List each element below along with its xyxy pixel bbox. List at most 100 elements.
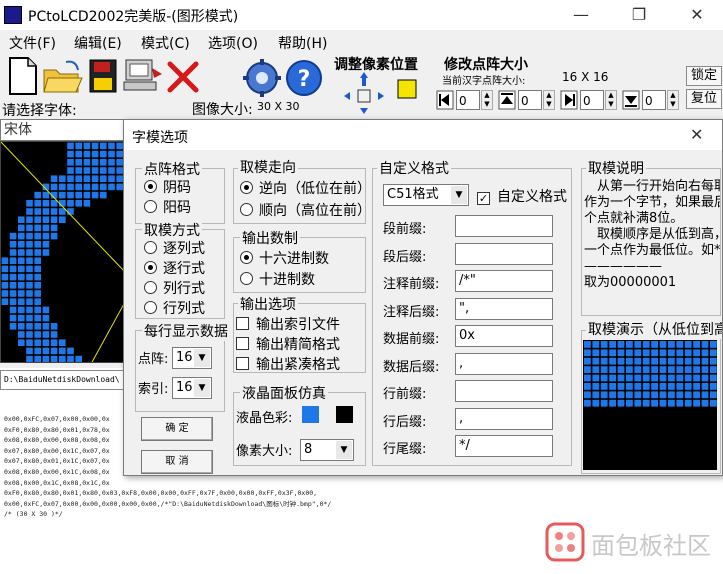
custom-format-check[interactable]: ✓ 自定义格式: [477, 186, 567, 206]
demo-pixel: [684, 349, 692, 357]
custom-field-input[interactable]: ,: [455, 352, 553, 375]
gear-icon[interactable]: [242, 58, 282, 98]
radio-column[interactable]: 逐列式: [144, 238, 205, 258]
radio-row[interactable]: 逐行式: [144, 258, 205, 278]
spin-bottom-arrows[interactable]: ▲ ▼: [667, 90, 679, 110]
demo-pixel: [626, 391, 633, 399]
preview-pixel: [75, 200, 82, 207]
pixel-arrows-icon[interactable]: [340, 70, 390, 116]
custom-field-input[interactable]: [455, 242, 553, 265]
preview-pixel: [18, 331, 25, 338]
demo-pixel: [584, 341, 591, 348]
preview-pixel: [67, 150, 74, 158]
spin-left-arrows[interactable]: ▲ ▼: [481, 90, 493, 110]
demo-pixel: [626, 341, 633, 348]
preview-pixel: [42, 208, 50, 215]
check-compact-format[interactable]: 输出精简格式: [236, 334, 340, 354]
menu-edit[interactable]: 编辑(E): [74, 33, 122, 53]
custom-field-input[interactable]: [455, 215, 553, 237]
spin-right-value[interactable]: 0: [580, 90, 604, 110]
center-pixel-icon[interactable]: [396, 78, 418, 100]
radio-column-row[interactable]: 列行式: [144, 278, 205, 298]
custom-field-label: 数据后缀:: [383, 359, 440, 375]
shrink-left-icon[interactable]: [436, 90, 454, 110]
checkbox: ✓: [477, 192, 490, 205]
menu-file[interactable]: 文件(F): [9, 33, 56, 53]
shrink-bottom-icon[interactable]: [622, 90, 640, 110]
open-folder-icon[interactable]: [42, 58, 84, 96]
help-icon[interactable]: ?: [284, 58, 324, 98]
spin-bottom-value[interactable]: 0: [642, 90, 666, 110]
radio-hex-label: 十六进制数: [259, 251, 329, 267]
close-button[interactable]: ✕: [682, 4, 712, 26]
menu-help[interactable]: 帮助(H): [278, 33, 327, 53]
format-select[interactable]: C51格式 ▼: [383, 184, 469, 206]
dialog-close-button[interactable]: ✕: [690, 125, 703, 144]
spin-right-arrows[interactable]: ▲ ▼: [605, 90, 617, 110]
demo-pixel: [634, 357, 642, 365]
pixel-size-select[interactable]: 8 ▼: [300, 439, 354, 461]
radio-dot: [240, 181, 253, 194]
menu-options[interactable]: 选项(O): [208, 33, 258, 53]
preview-pixel: [42, 200, 50, 207]
lcd-bg-swatch[interactable]: [336, 406, 353, 423]
lcd-fg-swatch[interactable]: [302, 406, 319, 423]
reset-button[interactable]: 复位: [686, 89, 722, 109]
radio-dec[interactable]: 十进制数: [240, 269, 315, 289]
radio-negative[interactable]: 阴码: [144, 177, 191, 197]
pixel-preview[interactable]: [0, 141, 124, 363]
path-field[interactable]: D:\BaiduNetdiskDownload\: [0, 370, 125, 390]
delete-icon[interactable]: [166, 60, 200, 94]
custom-field-input[interactable]: [455, 380, 553, 402]
cancel-button[interactable]: 取 消: [141, 450, 213, 474]
preview-pixel: [1, 298, 9, 305]
custom-field-input[interactable]: ",: [455, 297, 553, 320]
demo-pixel: [584, 349, 591, 357]
radio-forward[interactable]: 顺向（高位在前）: [240, 200, 365, 220]
preview-pixel: [42, 314, 50, 322]
minimize-button[interactable]: —: [566, 4, 596, 26]
custom-field-input[interactable]: 0x: [455, 325, 553, 347]
preview-pixel: [18, 265, 25, 273]
new-file-icon[interactable]: [4, 56, 40, 96]
preview-pixel: [18, 282, 25, 289]
preview-pixel: [34, 306, 41, 314]
pixel-size-label: 像素大小:: [236, 444, 293, 459]
shrink-top-icon[interactable]: [498, 90, 516, 110]
dots-per-line-select[interactable]: 16 ▼: [172, 347, 212, 369]
custom-field-label: 行后缀:: [383, 414, 427, 430]
lcd-sim-title: 液晶面板仿真: [240, 383, 328, 403]
spin-top-value[interactable]: 0: [518, 90, 542, 110]
demo-pixel: [592, 349, 600, 357]
radio-dec-label: 十进制数: [259, 272, 315, 288]
check-index-file[interactable]: 输出索引文件: [236, 314, 340, 334]
preview-pixel: [26, 249, 33, 256]
radio-row-column[interactable]: 行列式: [144, 298, 205, 318]
chevron-down-icon: ▼: [336, 441, 352, 459]
lock-button[interactable]: 锁定: [686, 66, 722, 86]
spin-left-value[interactable]: 0: [456, 90, 480, 110]
custom-field-input[interactable]: */: [455, 435, 553, 457]
custom-field-input[interactable]: /*": [455, 270, 553, 292]
maximize-button[interactable]: ❐: [624, 4, 654, 26]
demo-pixel: [600, 357, 608, 365]
preview-pixel: [75, 175, 82, 182]
preview-pixel: [83, 159, 91, 166]
custom-field-input[interactable]: ,: [455, 407, 553, 430]
radio-dot: [144, 180, 157, 193]
ok-button[interactable]: 确 定: [141, 417, 213, 441]
preview-pixel: [67, 159, 74, 166]
font-select[interactable]: 宋体: [0, 119, 124, 141]
radio-positive[interactable]: 阳码: [144, 197, 191, 217]
current-size-value: 16 X 16: [562, 70, 609, 84]
radio-reverse[interactable]: 逆向（低位在前）: [240, 178, 365, 198]
preview-pixel: [50, 208, 58, 215]
shrink-right-icon[interactable]: [560, 90, 578, 110]
save-disk-icon[interactable]: [88, 58, 118, 94]
computer-icon[interactable]: [122, 58, 164, 94]
menu-mode[interactable]: 模式(C): [141, 33, 190, 53]
radio-hex[interactable]: 十六进制数: [240, 248, 329, 268]
spin-top-arrows[interactable]: ▲ ▼: [543, 90, 555, 110]
check-tight-format[interactable]: 输出紧凑格式: [236, 354, 340, 372]
index-per-line-select[interactable]: 16 ▼: [172, 377, 212, 399]
